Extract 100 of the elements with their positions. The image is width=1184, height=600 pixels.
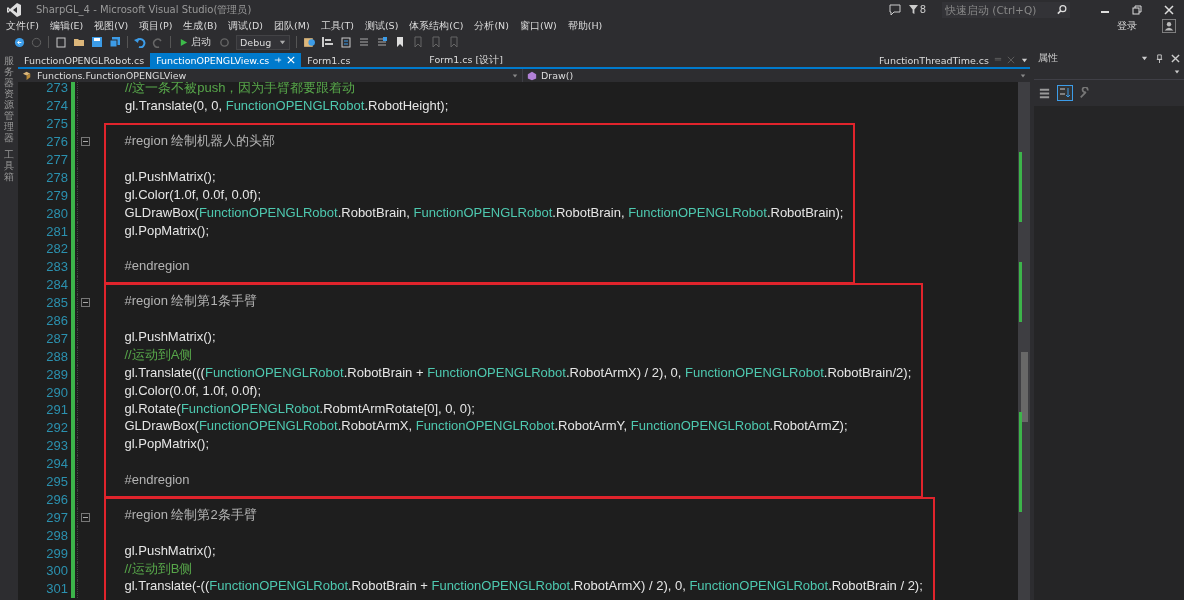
bookmark-next-icon[interactable] (430, 36, 443, 48)
line-number: 283 (45, 259, 68, 275)
line-number: 276 (45, 134, 68, 150)
menu-item[interactable]: 分析(N) (474, 19, 509, 33)
caret-icon (512, 72, 518, 79)
menu-item[interactable]: 调试(D) (228, 19, 264, 33)
code-line: #region 绘制第1条手臂 (124, 293, 257, 309)
feedback-icon[interactable] (888, 3, 901, 16)
menu-item[interactable]: 帮助(H) (567, 19, 603, 33)
menu-item[interactable]: 文件(F) (6, 19, 39, 33)
line-number: 291 (45, 402, 68, 418)
caret-icon (1020, 72, 1026, 79)
save-icon[interactable] (91, 36, 103, 48)
line-number: 300 (45, 563, 68, 579)
caret-icon (1174, 69, 1180, 75)
code-line: gl.PushMatrix(); (124, 542, 216, 558)
code-line: //运动到A侧 (124, 346, 193, 362)
collapse-icon[interactable] (80, 137, 90, 147)
uncomment-icon[interactable] (376, 36, 389, 48)
code-line: GLDrawBox(FunctionOPENGLRobot.RobotBrain, FunctionOPENGLRobot.RobotBrain, FunctionOPENGLRobot.RobotBrain); (124, 204, 844, 220)
menu-item[interactable]: 测试(S) (364, 19, 399, 33)
tab-list-icon[interactable] (1021, 56, 1028, 64)
vertical-scrollbar[interactable] (1018, 82, 1030, 600)
code-line: gl.PopMatrix(); (124, 222, 210, 238)
code-line: gl.Color(1.0f, 0.0f, 0.0f); (124, 186, 262, 202)
line-number: 296 (45, 491, 68, 507)
configuration-dropdown[interactable]: Debug (236, 34, 291, 50)
code-line: gl.Translate(((FunctionOPENGLRobot.RobotBrain + FunctionOPENGLRobot.RobotArmX) / 2), 0, FunctionOPENGLRobot.RobotBrain/2); (124, 364, 912, 380)
class-icon (22, 70, 33, 81)
line-number: 274 (45, 98, 68, 114)
quick-launch-field[interactable]: 快速启动 (Ctrl+Q) (942, 1, 1070, 18)
window-title: SharpGL_4 - Microsoft Visual Studio(管理员) (36, 2, 252, 17)
panel-title: 属性 (1038, 51, 1058, 65)
collapse-icon[interactable] (80, 512, 90, 522)
menu-item[interactable]: 视图(V) (94, 19, 129, 33)
play-icon (179, 37, 188, 47)
code-line: gl.PopMatrix(); (124, 436, 210, 452)
redo-icon[interactable] (152, 36, 164, 48)
visual-studio-logo-icon (6, 1, 22, 18)
align-icon[interactable] (322, 36, 335, 48)
member-dropdown[interactable]: Draw() (523, 69, 1030, 82)
categorized-icon[interactable] (1038, 86, 1051, 100)
caret-icon (279, 38, 287, 46)
bookmark-previous-icon[interactable] (412, 36, 425, 48)
bookmark-clear-icon[interactable] (448, 36, 461, 48)
notification-count[interactable]: 8 (908, 4, 926, 15)
line-number: 285 (45, 295, 68, 311)
code-line: GLDrawBox(FunctionOPENGLRobot.RobotArmX, FunctionOPENGLRobot.RobotArmY, FunctionOPENGLRobot.RobotArmZ); (124, 418, 848, 434)
line-number: 301 (45, 581, 68, 597)
restore-icon[interactable] (1132, 4, 1142, 15)
line-number: 295 (45, 474, 68, 490)
menu-item[interactable]: 工具(T) (320, 19, 354, 33)
back-icon[interactable] (14, 36, 25, 48)
menu-item[interactable]: 体系结构(C) (409, 19, 464, 33)
account-icon[interactable] (1162, 19, 1176, 33)
side-tool-tab[interactable]: 工具箱 (4, 149, 14, 182)
menu-item[interactable]: 生成(B) (183, 19, 218, 33)
line-number: 290 (45, 384, 68, 400)
line-number: 278 (45, 169, 68, 185)
document-tab[interactable]: Form1.cs [设计] (423, 53, 546, 67)
save-all-icon[interactable] (109, 36, 121, 48)
filter-icon (908, 5, 918, 14)
line-number: 284 (45, 277, 68, 293)
menu-item[interactable]: 窗口(W) (519, 19, 557, 33)
dropdown-icon[interactable] (1141, 54, 1148, 62)
open-folder-icon[interactable] (73, 36, 85, 48)
code-line: #region 绘制第2条手臂 (124, 506, 257, 522)
menu-item[interactable]: 项目(P) (139, 19, 173, 33)
undo-icon[interactable] (134, 36, 146, 48)
code-line: gl.Rotate(FunctionOPENGLRobot.RobmtArmRotate[0], 0, 0); (124, 400, 475, 416)
menu-item[interactable]: 团队(M) (274, 19, 310, 33)
find-icon[interactable] (303, 35, 317, 49)
format-icon[interactable] (340, 36, 353, 48)
collapse-icon[interactable] (80, 298, 90, 308)
code-line: #endregion (124, 472, 190, 488)
code-line: #region 绘制机器人的头部 (124, 133, 276, 149)
line-number: 282 (45, 241, 68, 257)
document-tab[interactable]: FunctionOPENGLRobot.cs (18, 53, 151, 67)
line-number: 277 (45, 152, 68, 167)
line-number: 294 (45, 456, 68, 472)
line-number: 288 (45, 348, 68, 364)
line-number: 298 (45, 527, 68, 543)
line-number: 273 (45, 82, 68, 96)
alphabetical-icon[interactable] (1057, 85, 1073, 101)
new-project-icon[interactable] (55, 36, 67, 48)
wrench-icon[interactable] (1079, 87, 1091, 99)
sign-in-link[interactable]: 登录 (1117, 19, 1137, 33)
line-number: 292 (45, 420, 68, 436)
line-number: 299 (45, 545, 68, 561)
code-line: gl.Translate(0, 0, FunctionOPENGLRobot.RobotHeight); (125, 97, 449, 113)
start-button[interactable]: 启动 (177, 35, 213, 49)
document-tab[interactable]: Form1.cs (301, 53, 424, 67)
line-number: 280 (45, 205, 68, 221)
code-line: //运动到B侧 (124, 560, 193, 576)
search-icon[interactable] (1056, 4, 1067, 15)
line-number: 289 (45, 366, 68, 382)
side-tool-tab[interactable]: 服务器资源管理器 (4, 55, 14, 143)
line-number: 286 (45, 313, 68, 328)
menu-item[interactable]: 编辑(E) (49, 19, 84, 33)
comment-icon[interactable] (358, 36, 371, 48)
